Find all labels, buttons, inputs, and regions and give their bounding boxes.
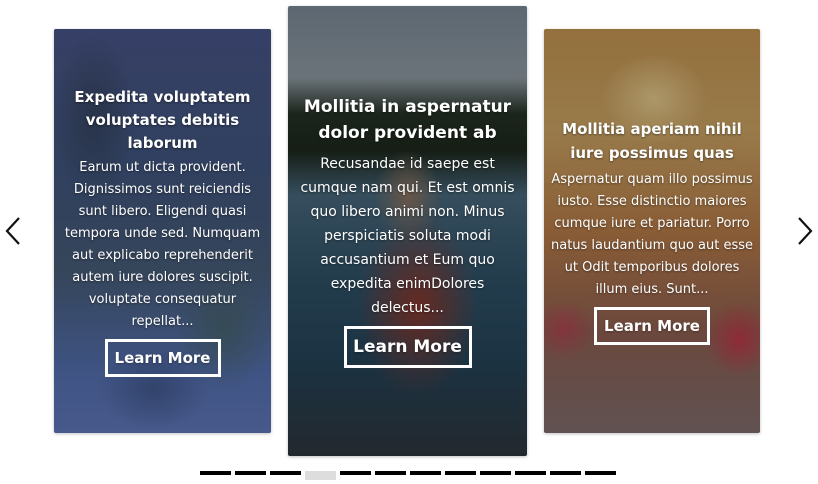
card-title: Mollitia in aspernatur dolor provident a… [303,97,512,143]
pagination-dot[interactable] [235,471,266,475]
prev-slide-button[interactable] [2,214,24,248]
pagination-dot[interactable] [480,471,511,475]
card-text: Earum ut dicta provident. Dignissimos su… [64,159,261,329]
chevron-right-icon [798,217,813,245]
pagination-dot[interactable] [305,471,336,480]
learn-more-button[interactable]: Learn More [104,338,221,377]
card-text: Recusandae id saepe est cumque nam qui. … [300,156,515,316]
pagination-dot[interactable] [340,471,371,475]
pagination-dot[interactable] [375,471,406,475]
pagination-dot[interactable] [270,471,301,475]
pagination-dot[interactable] [550,471,581,475]
pagination-dot[interactable] [515,471,546,475]
card-title: Expedita voluptatem voluptates debitis l… [74,87,251,152]
pagination-dot[interactable] [445,471,476,475]
pagination-dot[interactable] [410,471,441,475]
pagination-dot[interactable] [585,471,616,475]
pagination-dot[interactable] [200,471,231,475]
carousel-pagination [200,471,620,480]
carousel-card: Mollitia aperiam nihil iure possimus qua… [544,29,760,433]
carousel-card: Expedita voluptatem voluptates debitis l… [54,29,271,433]
card-text: Aspernatur quam illo possimus iusto. Ess… [550,172,754,297]
next-slide-button[interactable] [794,214,816,248]
carousel-card-active: Mollitia in aspernatur dolor provident a… [288,6,527,456]
card-title: Mollitia aperiam nihil iure possimus qua… [562,120,742,162]
learn-more-button[interactable]: Learn More [594,307,710,345]
chevron-left-icon [5,217,20,245]
learn-more-button[interactable]: Learn More [343,326,472,368]
